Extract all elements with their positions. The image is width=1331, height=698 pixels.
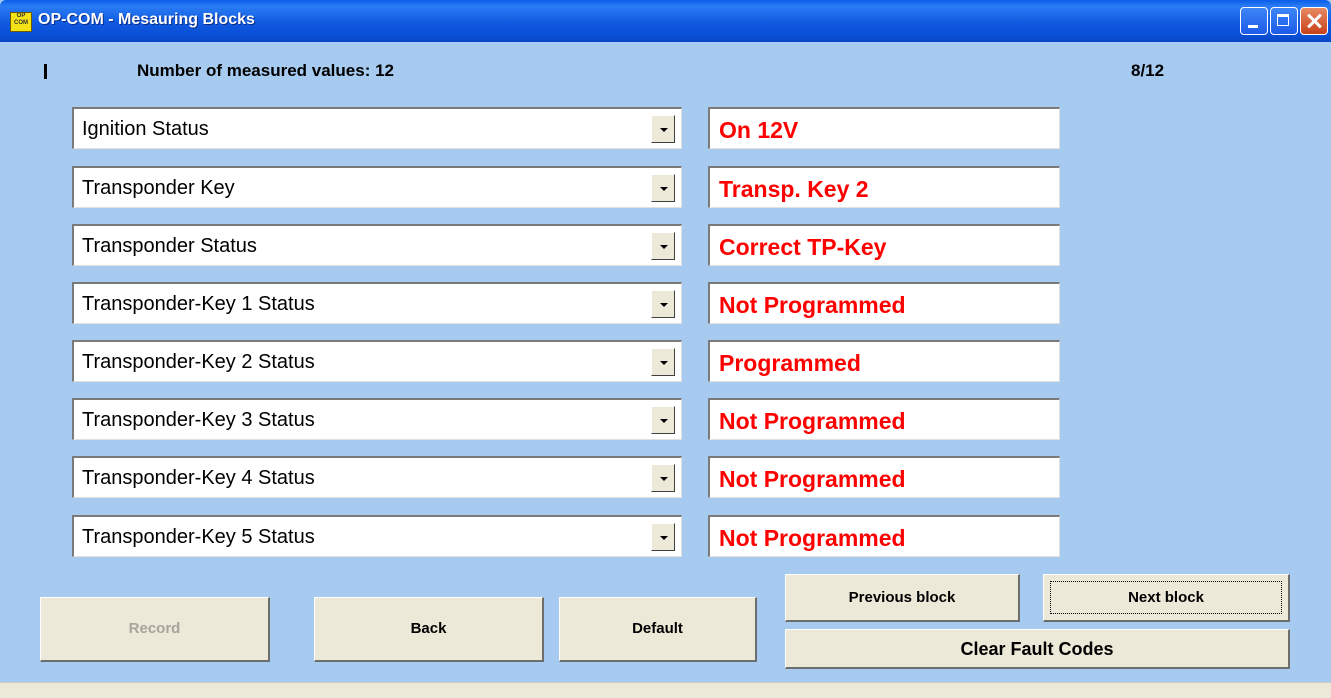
measure-row: Transponder Key [72,166,682,208]
title-bar[interactable]: OP COM OP-COM - Mesauring Blocks [0,0,1331,42]
parameter-select-value: Transponder-Key 5 Status [82,526,315,548]
default-button[interactable]: Default [559,597,757,662]
measured-value-field: Not Programmed [708,515,1060,557]
parameter-select[interactable]: Transponder Status [72,224,682,266]
measure-row: Transponder-Key 3 Status [72,398,682,440]
measure-row: Transponder Status [72,224,682,266]
parameter-select-value: Transponder-Key 3 Status [82,409,315,431]
measured-value-text: Not Programmed [719,466,906,492]
measure-row: Transponder-Key 2 Status [72,340,682,382]
measured-value-text: Not Programmed [719,292,906,318]
measured-value-text: Transp. Key 2 [719,176,869,202]
parameter-select-value: Transponder-Key 2 Status [82,351,315,373]
measured-value-field: Correct TP-Key [708,224,1060,266]
measured-value-field: Programmed [708,340,1060,382]
record-button[interactable]: Record [40,597,270,662]
measured-value-field: Not Programmed [708,398,1060,440]
op-com-app-icon: OP COM [10,12,32,32]
measure-row: Transponder-Key 4 Status [72,456,682,498]
parameter-select[interactable]: Transponder-Key 5 Status [72,515,682,557]
minimize-button[interactable] [1240,7,1268,35]
measured-value-field: On 12V [708,107,1060,149]
back-button[interactable]: Back [314,597,544,662]
previous-block-label: Previous block [848,589,956,606]
default-button-label: Default [632,620,683,637]
status-bar [0,682,1331,698]
dropdown-arrow-icon[interactable] [651,348,675,376]
measured-value-field: Not Programmed [708,456,1060,498]
parameter-select-value: Transponder-Key 1 Status [82,293,315,315]
measured-value-field: Not Programmed [708,282,1060,324]
back-button-label: Back [410,620,447,637]
previous-block-button[interactable]: Previous block [785,574,1020,622]
measuring-blocks-window: OP COM OP-COM - Mesauring Blocks Number … [0,0,1331,698]
parameter-select-value: Transponder Key [82,177,235,199]
measured-value-text: On 12V [719,117,799,143]
measure-row: Transponder-Key 1 Status [72,282,682,324]
clear-fault-codes-button[interactable]: Clear Fault Codes [785,629,1290,669]
dropdown-arrow-icon[interactable] [651,290,675,318]
dropdown-arrow-icon[interactable] [651,115,675,143]
measured-values-count: Number of measured values: 12 [137,61,394,80]
parameter-select-value: Transponder-Key 4 Status [82,467,315,489]
dropdown-arrow-icon[interactable] [651,174,675,202]
dropdown-arrow-icon[interactable] [651,523,675,551]
parameter-select[interactable]: Transponder-Key 1 Status [72,282,682,324]
measured-value-text: Correct TP-Key [719,234,887,260]
block-page-indicator: 8/12 [1131,61,1165,80]
measured-value-text: Programmed [719,350,861,376]
dropdown-arrow-icon[interactable] [651,406,675,434]
measure-row: Transponder-Key 5 Status [72,515,682,557]
clear-fault-codes-label: Clear Fault Codes [960,639,1114,659]
measured-value-text: Not Programmed [719,525,906,551]
maximize-button[interactable] [1270,7,1298,35]
cursor-marker [44,64,47,79]
parameter-select[interactable]: Transponder Key [72,166,682,208]
parameter-select-value: Transponder Status [82,235,257,257]
dropdown-arrow-icon[interactable] [651,464,675,492]
focus-ring [1050,581,1282,614]
parameter-select[interactable]: Transponder-Key 2 Status [72,340,682,382]
window-title: OP-COM - Mesauring Blocks [38,11,255,28]
parameter-select[interactable]: Transponder-Key 4 Status [72,456,682,498]
measured-value-field: Transp. Key 2 [708,166,1060,208]
measure-row: Ignition Status [72,107,682,149]
parameter-select-value: Ignition Status [82,118,209,140]
dropdown-arrow-icon[interactable] [651,232,675,260]
next-block-button[interactable]: Next block [1043,574,1290,622]
close-button[interactable] [1300,7,1328,35]
parameter-select[interactable]: Ignition Status [72,107,682,149]
parameter-select[interactable]: Transponder-Key 3 Status [72,398,682,440]
record-button-label: Record [128,620,181,637]
measured-value-text: Not Programmed [719,408,906,434]
